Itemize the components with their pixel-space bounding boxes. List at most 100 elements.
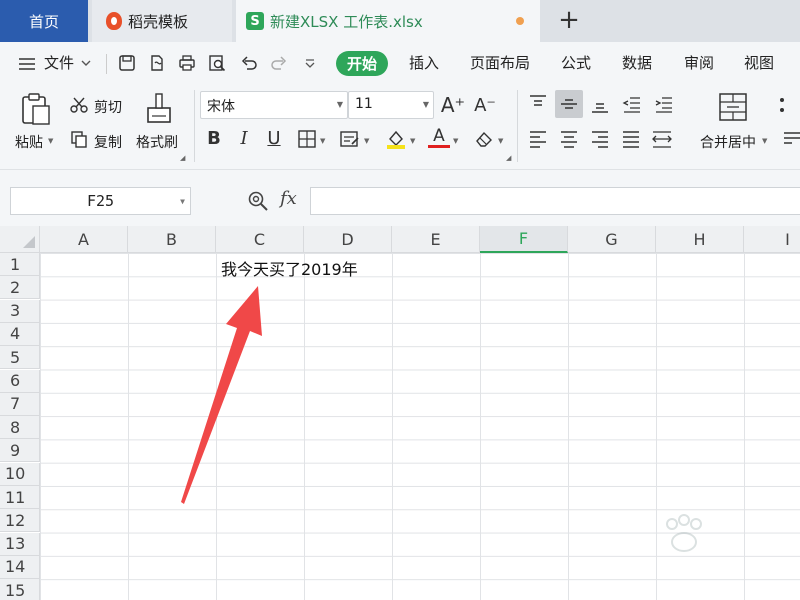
paste-dropdown-icon[interactable]: ▼ [48, 137, 53, 145]
decrease-indent-icon[interactable] [622, 94, 642, 114]
align-left-icon[interactable] [528, 129, 548, 149]
row-header[interactable]: 13 [0, 532, 40, 556]
menu-view[interactable]: 视图 [744, 52, 774, 73]
wrap-text-icon[interactable] [782, 130, 800, 148]
row-header[interactable]: 12 [0, 509, 40, 533]
cut-label[interactable]: 剪切 [94, 97, 122, 117]
column-header-c[interactable]: C [216, 226, 304, 253]
menu-page-layout[interactable]: 页面布局 [470, 52, 530, 73]
font-color-button[interactable]: A [428, 126, 450, 148]
tab-document[interactable]: S 新建XLSX 工作表.xlsx [236, 0, 540, 42]
column-header-g[interactable]: G [568, 226, 656, 253]
scissors-icon[interactable] [70, 96, 88, 114]
menu-insert[interactable]: 插入 [409, 52, 439, 73]
row-header[interactable]: 4 [0, 322, 40, 346]
fill-color-dropdown-icon[interactable]: ▼ [410, 137, 415, 145]
copy-icon[interactable] [70, 130, 88, 148]
chevron-down-icon: ▼ [180, 197, 185, 206]
merge-center-icon[interactable] [718, 92, 748, 122]
clear-eraser-icon[interactable] [474, 129, 494, 149]
chevron-down-icon[interactable] [80, 57, 92, 69]
justify-icon[interactable] [621, 129, 641, 149]
ribbon-more-icon[interactable] [780, 98, 784, 102]
ribbon-more-icon[interactable] [780, 108, 784, 112]
column-header-d[interactable]: D [304, 226, 392, 253]
row-header[interactable]: 11 [0, 486, 40, 509]
clipboard-expand-icon[interactable]: ◢ [180, 154, 185, 162]
cell-style-icon[interactable] [340, 130, 360, 148]
paste-icon[interactable] [18, 92, 52, 126]
row-header[interactable]: 8 [0, 416, 40, 440]
column-header-i[interactable]: I [744, 226, 800, 253]
merge-center-label[interactable]: 合并居中 [700, 132, 756, 152]
find-function-icon[interactable] [247, 190, 269, 212]
name-box[interactable]: F25 ▼ [10, 187, 191, 215]
formula-input[interactable] [310, 187, 800, 215]
shrink-font-button[interactable]: A⁻ [474, 94, 496, 116]
menu-review[interactable]: 审阅 [684, 52, 714, 73]
column-header-f[interactable]: F [480, 226, 568, 253]
row-header[interactable]: 1 [0, 253, 40, 276]
row-header[interactable]: 5 [0, 346, 40, 370]
unsaved-dot-icon[interactable] [516, 17, 524, 25]
menu-file[interactable]: 文件 [44, 52, 74, 73]
distributed-align-icon[interactable] [651, 129, 673, 149]
save-icon[interactable] [118, 54, 136, 72]
print-icon[interactable] [178, 54, 196, 72]
row-header[interactable]: 6 [0, 369, 40, 393]
row-header[interactable]: 7 [0, 392, 40, 416]
insert-function-button[interactable]: fx [280, 188, 297, 209]
clear-dropdown-icon[interactable]: ▼ [498, 137, 503, 145]
row-header[interactable]: 2 [0, 276, 40, 300]
ribbon-divider [194, 90, 195, 162]
column-header-e[interactable]: E [392, 226, 480, 253]
tab-daoke-label: 稻壳模板 [128, 12, 189, 31]
grow-font-button[interactable]: A⁺ [441, 93, 465, 117]
align-center-icon[interactable] [559, 129, 579, 149]
font-color-dropdown-icon[interactable]: ▼ [453, 137, 458, 145]
cell-style-dropdown-icon[interactable]: ▼ [364, 137, 369, 145]
row-header[interactable]: 9 [0, 439, 40, 463]
undo-icon[interactable] [240, 54, 258, 72]
menu-start[interactable]: 开始 [336, 51, 388, 76]
row-header[interactable]: 10 [0, 462, 40, 486]
new-tab-button[interactable]: + [555, 6, 583, 34]
select-all-button[interactable] [0, 226, 40, 253]
chevron-down-icon: ▼ [422, 100, 429, 109]
redo-icon[interactable] [270, 54, 288, 72]
italic-button[interactable]: I [233, 127, 255, 149]
font-size-select[interactable]: 11 ▼ [348, 91, 434, 119]
export-pdf-icon[interactable] [148, 54, 166, 72]
copy-label[interactable]: 复制 [94, 132, 122, 152]
align-middle-button[interactable] [555, 90, 583, 118]
underline-button[interactable]: U [263, 127, 285, 149]
align-bottom-icon[interactable] [590, 94, 610, 114]
row-header[interactable]: 14 [0, 555, 40, 579]
menu-data[interactable]: 数据 [622, 52, 652, 73]
format-painter-label[interactable]: 格式刷 [136, 132, 178, 152]
merge-center-dropdown-icon[interactable]: ▼ [762, 137, 767, 145]
increase-indent-icon[interactable] [654, 94, 674, 114]
column-header-b[interactable]: B [128, 226, 216, 253]
column-header-h[interactable]: H [656, 226, 744, 253]
font-name-select[interactable]: 宋体 ▼ [200, 91, 348, 119]
row-header[interactable]: 15 [0, 579, 40, 600]
align-top-icon[interactable] [528, 94, 548, 114]
align-right-icon[interactable] [590, 129, 610, 149]
column-header-a[interactable]: A [40, 226, 128, 253]
font-expand-icon[interactable]: ◢ [506, 154, 511, 162]
row-header[interactable]: 3 [0, 299, 40, 323]
paste-label[interactable]: 粘贴 [15, 132, 43, 152]
bold-button[interactable]: B [203, 127, 225, 149]
hamburger-icon[interactable] [18, 55, 36, 73]
borders-dropdown-icon[interactable]: ▼ [320, 137, 325, 145]
tab-daoke-templates[interactable]: 稻壳模板 [92, 0, 232, 42]
borders-icon[interactable] [298, 130, 316, 148]
font-name-value: 宋体 [207, 99, 235, 115]
print-preview-icon[interactable] [208, 54, 226, 72]
quick-access-more-icon[interactable] [304, 57, 316, 69]
tab-home[interactable]: 首页 [0, 0, 88, 42]
menu-formulas[interactable]: 公式 [561, 52, 591, 73]
fill-color-icon[interactable] [385, 128, 407, 150]
format-painter-icon[interactable] [142, 92, 176, 126]
